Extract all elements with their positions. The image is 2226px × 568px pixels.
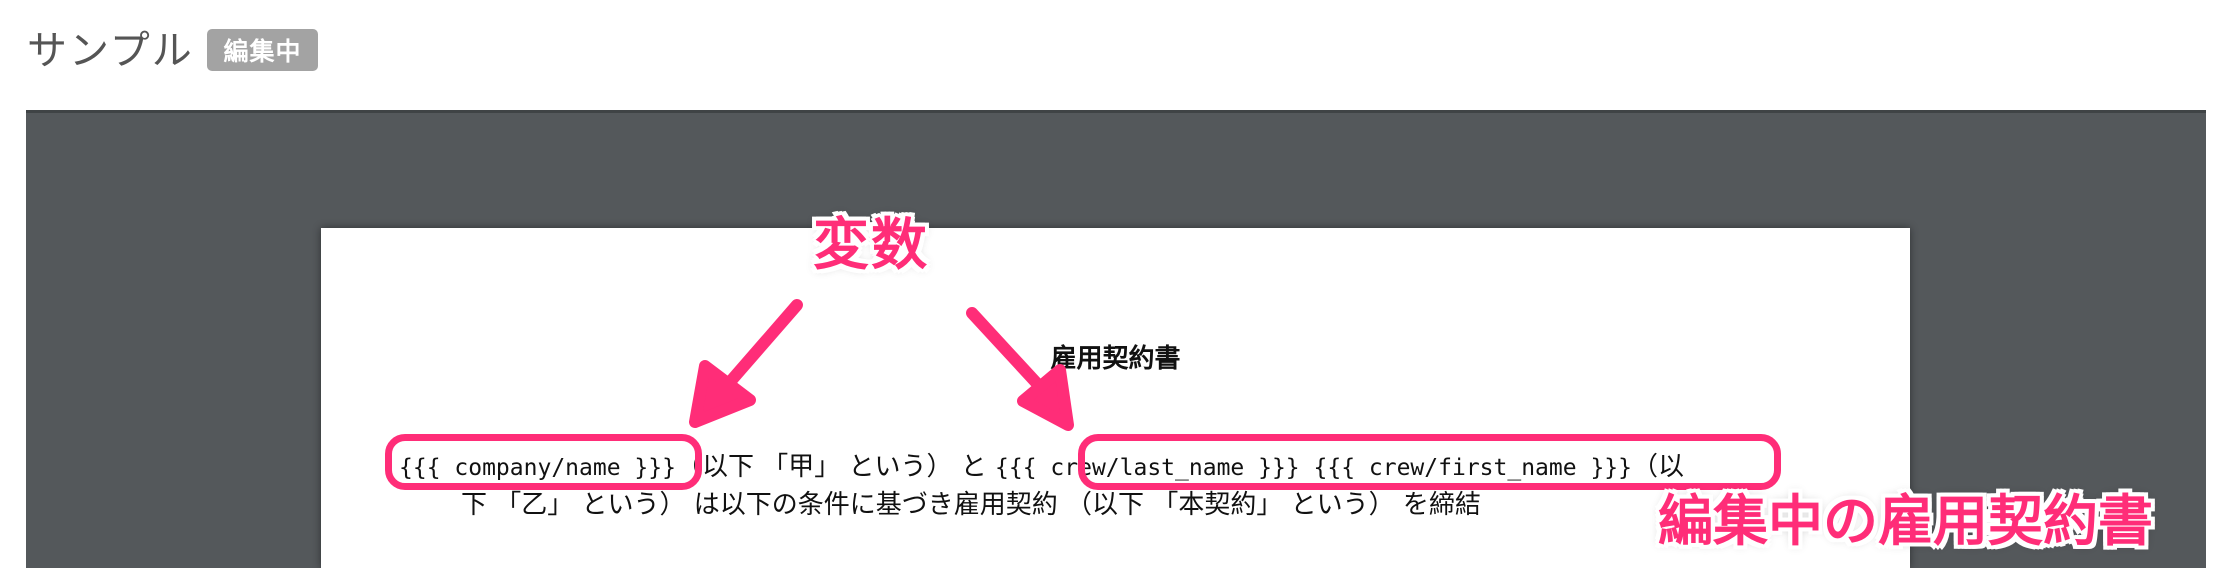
status-badge: 編集中 [207,29,318,71]
annotation-variables-label: 変数 [813,213,929,278]
header-bar: サンプル 編集中 [0,0,2226,110]
line1-text-middle: （以下 「甲」 という） と [675,452,996,482]
document-title: 雇用契約書 [1050,344,1181,374]
annotation-editing-document-label: 編集中の雇用契約書 [1658,489,2154,553]
highlight-company-variable [385,434,702,490]
page-title: サンプル [27,28,194,74]
